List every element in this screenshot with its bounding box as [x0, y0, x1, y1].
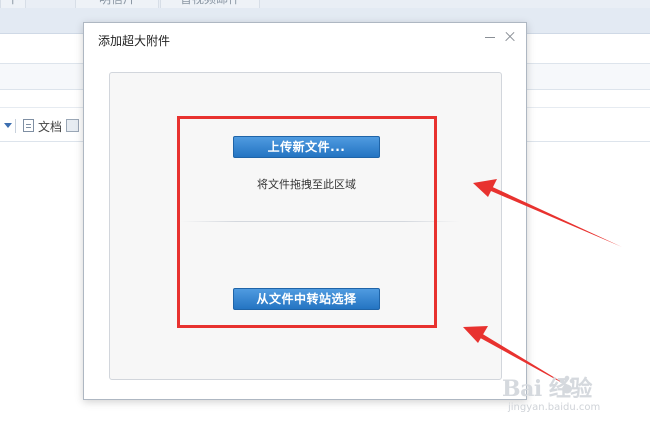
watermark-brand: Bai 经验: [502, 376, 592, 402]
annotation-arrows: [463, 179, 622, 390]
paw-icon: [559, 375, 575, 394]
arrow-upper: [473, 179, 622, 247]
baidu-watermark: Bai 经验 jingyan.baidu.com: [498, 371, 646, 421]
watermark-url: jingyan.baidu.com: [508, 402, 601, 413]
